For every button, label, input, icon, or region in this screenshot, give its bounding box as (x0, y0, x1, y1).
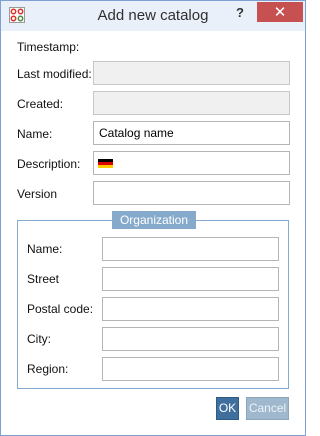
street-input[interactable] (102, 267, 279, 291)
close-icon: ✕ (273, 3, 287, 21)
catalog-app-icon (9, 7, 25, 23)
postal-code-input[interactable] (102, 297, 279, 321)
org-name-input[interactable] (102, 237, 279, 261)
catalog-name-input[interactable] (93, 121, 290, 145)
postal-code-label: Postal code: (27, 302, 94, 316)
created-label: Created: (17, 97, 64, 111)
last-modified-label: Last modified: (17, 67, 92, 81)
created-field (93, 91, 290, 115)
add-catalog-dialog: Add new catalog ? ✕ Timestamp: Last modi… (0, 0, 306, 436)
region-label: Region: (27, 362, 69, 376)
close-button[interactable]: ✕ (257, 2, 303, 22)
description-label: Description: (17, 157, 81, 171)
street-label: Street (27, 272, 60, 286)
region-input[interactable] (102, 357, 279, 381)
last-modified-field (93, 61, 290, 85)
german-flag-icon[interactable] (98, 159, 113, 168)
help-button[interactable]: ? (233, 5, 247, 20)
version-label: Version (17, 187, 58, 201)
ok-button[interactable]: OK (216, 397, 239, 420)
organization-legend: Organization (112, 211, 196, 229)
city-label: City: (27, 332, 51, 346)
name-label: Name: (17, 127, 53, 141)
timestamp-label: Timestamp: (17, 40, 80, 54)
title-bar[interactable]: Add new catalog ? ✕ (1, 1, 305, 31)
org-name-label: Name: (27, 242, 63, 256)
description-input[interactable] (93, 151, 290, 175)
version-input[interactable] (93, 181, 290, 205)
cancel-button[interactable]: Cancel (246, 397, 289, 420)
city-input[interactable] (102, 327, 279, 351)
